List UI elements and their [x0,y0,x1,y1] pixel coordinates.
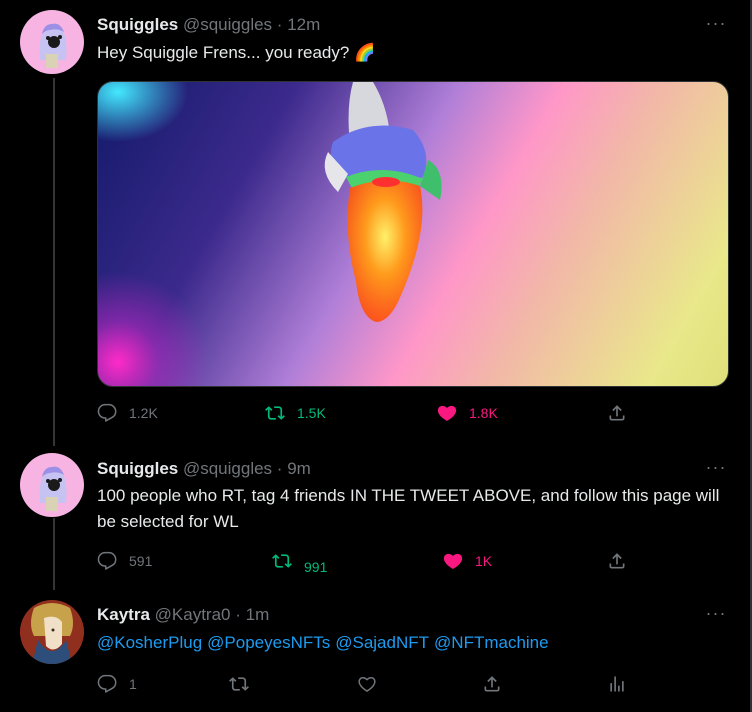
mention-link[interactable]: @PopeyesNFTs [207,633,330,652]
tweet-actions: 1.2K 1.5K 1.8K [97,401,727,425]
reply-count: 591 [129,553,153,569]
timestamp[interactable]: 12m [287,15,320,34]
share-button[interactable] [607,549,639,573]
mention-link[interactable]: @NFTmachine [434,633,549,652]
analytics-icon [610,676,624,692]
tweet-header: Squiggles @squiggles · 12m [97,14,320,36]
tweet-text: @KosherPlug @PopeyesNFTs @SajadNFT @NFTmach… [97,630,722,656]
heart-filled-icon [437,405,457,421]
reply-button[interactable]: 591 [97,549,152,573]
like-count: 1K [475,553,493,569]
reply-button[interactable]: 1 [97,672,137,696]
tweet-actions: 591 991 1K [97,549,727,575]
handle[interactable]: @squiggles [183,15,272,34]
tweet-3[interactable]: Kaytra @Kaytra0 · 1m ··· @KosherPlug @Pop… [0,590,750,712]
more-icon[interactable]: ··· [704,458,728,480]
tweet-media-video[interactable] [97,81,729,387]
display-name[interactable]: Squiggles [97,15,178,34]
retweet-icon [272,554,292,568]
timestamp[interactable]: 1m [246,605,270,624]
share-icon [609,405,625,421]
tweet-2[interactable]: Squiggles @squiggles · 9m ··· 100 people… [0,450,750,590]
reply-icon [97,403,117,422]
handle[interactable]: @Kaytra0 [155,605,231,624]
tweet-1[interactable]: Squiggles @squiggles · 12m ··· Hey Squig… [0,0,750,450]
share-icon [609,553,625,569]
thread-line [53,78,55,446]
more-icon[interactable]: ··· [704,14,728,36]
thread-line [53,518,55,590]
retweet-button[interactable] [229,672,261,696]
reply-button[interactable]: 1.2K [97,401,158,425]
separator: · [235,605,241,624]
retweet-icon [229,677,249,691]
retweet-button[interactable]: 991 [272,549,328,575]
retweet-count: 1.5K [297,405,326,421]
retweet-count: 991 [304,559,328,575]
retweet-icon [265,406,285,420]
heart-filled-icon [443,553,463,569]
display-name[interactable]: Kaytra [97,605,150,624]
reply-icon [97,551,117,570]
reply-count: 1 [129,676,137,692]
tweet-text: 100 people who RT, tag 4 friends IN THE … [97,486,720,531]
timestamp[interactable]: 9m [287,459,311,478]
tweet-header: Kaytra @Kaytra0 · 1m [97,604,269,626]
like-button[interactable]: 1.8K [437,401,498,425]
heart-icon [358,676,376,692]
handle[interactable]: @squiggles [183,459,272,478]
reply-icon [97,674,117,693]
avatar[interactable] [20,453,84,517]
reply-count: 1.2K [129,405,158,421]
share-button[interactable] [482,672,514,696]
avatar[interactable] [20,600,84,664]
separator: · [276,15,283,34]
tweet-text: Hey Squiggle Frens... you ready? 🌈 [97,43,376,62]
like-count: 1.8K [469,405,498,421]
mention-link[interactable]: @KosherPlug [97,633,202,652]
more-icon[interactable]: ··· [704,604,728,626]
tweet-header: Squiggles @squiggles · 9m [97,458,311,480]
like-button[interactable]: 1K [443,549,492,573]
tweet-actions: 1 [97,672,727,696]
rocket-illustration [324,82,442,322]
avatar[interactable] [20,10,84,74]
separator: · [276,459,283,478]
like-button[interactable] [357,672,389,696]
display-name[interactable]: Squiggles [97,459,178,478]
analytics-button[interactable] [607,672,639,696]
share-icon [484,676,500,692]
share-button[interactable] [607,401,639,425]
retweet-button[interactable]: 1.5K [265,401,326,425]
mention-link[interactable]: @SajadNFT [335,633,429,652]
